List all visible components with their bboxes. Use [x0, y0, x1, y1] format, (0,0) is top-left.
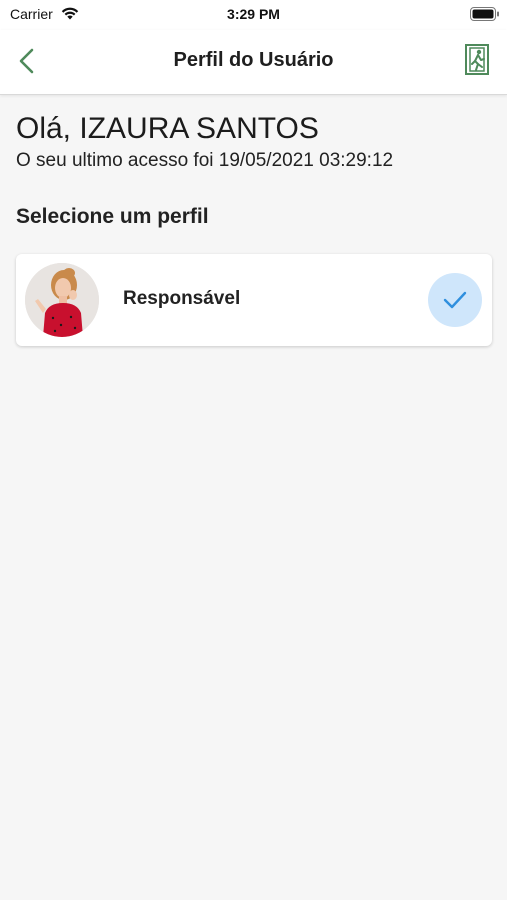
- selected-badge[interactable]: [428, 273, 482, 327]
- battery-icon: [470, 7, 499, 21]
- checkmark-icon: [443, 291, 467, 309]
- status-time: 3:29 PM: [227, 6, 280, 22]
- greeting-heading: Olá, IZAURA SANTOS: [16, 112, 319, 145]
- navigation-bar: Perfil do Usuário: [0, 30, 507, 95]
- page-title: Perfil do Usuário: [173, 49, 334, 71]
- profile-label: Responsável: [123, 288, 241, 309]
- emergency-exit-icon: [465, 44, 489, 75]
- logout-button[interactable]: [462, 43, 494, 77]
- profile-card-responsavel[interactable]: Responsável: [16, 254, 492, 346]
- avatar: [25, 263, 99, 337]
- avatar-image: [25, 263, 99, 337]
- last-access-text: O seu ultimo acesso foi 19/05/2021 03:29…: [16, 150, 394, 171]
- section-title: Selecione um perfil: [16, 205, 209, 228]
- status-bar: Carrier 3:29 PM: [0, 0, 507, 30]
